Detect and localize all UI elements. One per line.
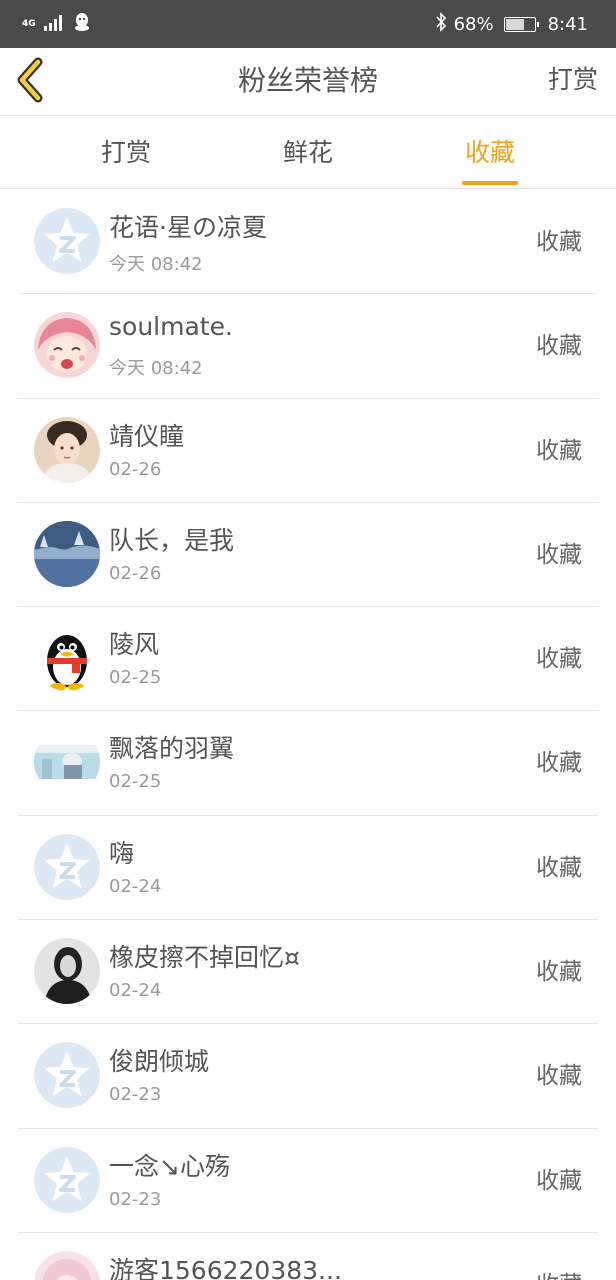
favorite-label: 收藏	[536, 750, 582, 777]
battery-icon	[503, 16, 539, 32]
tab-reward[interactable]: 打赏	[56, 117, 196, 189]
list-item[interactable]: 队长，是我 02-26 收藏	[18, 503, 598, 608]
dark-portrait-avatar[interactable]	[34, 938, 100, 1005]
active-tab-indicator	[462, 181, 518, 185]
list-item[interactable]: soulmate. 今天 08:42 收藏	[18, 294, 598, 399]
list-item[interactable]: 橡皮擦不掉回忆¤ 02-24 收藏	[18, 920, 598, 1025]
favorite-label: 收藏	[536, 646, 582, 673]
timestamp: 今天 08:42	[109, 358, 203, 380]
favorite-label: 收藏	[536, 541, 582, 568]
user-name: 队长，是我	[109, 525, 235, 555]
portrait-avatar[interactable]	[34, 416, 100, 483]
list-item[interactable]: 花语·星の凉夏今天 08:42 收藏	[18, 190, 598, 295]
reward-button[interactable]: 打赏	[548, 48, 598, 116]
fan-list: 花语·星の凉夏 今天 08:42 收藏 soulmate. 今天 08:42 收藏 靖仪瞳 0…	[0, 190, 616, 1280]
clock: 8:41	[547, 13, 588, 35]
signal-icon	[43, 13, 66, 35]
user-name: 一念↘心殇	[109, 1151, 230, 1181]
list-item[interactable]: 靖仪瞳 02-26 收藏	[18, 399, 598, 503]
user-name: 俊朗倾城	[109, 1047, 210, 1077]
default-avatar[interactable]	[34, 833, 100, 900]
anime-girl-avatar[interactable]	[34, 312, 100, 379]
timestamp: 02-23	[109, 1084, 162, 1106]
favorite-label: 收藏	[536, 229, 582, 255]
pink-anime-avatar[interactable]	[34, 1250, 100, 1280]
user-name: 橡皮擦不掉回忆¤	[109, 943, 300, 973]
timestamp: 02-24	[109, 980, 162, 1002]
user-name: 游客1566220383...	[109, 1255, 342, 1280]
timestamp: 02-25	[109, 667, 162, 689]
battery-percent: 68%	[453, 13, 494, 35]
chevron-left-icon	[17, 57, 43, 103]
tab-flowers[interactable]: 鲜花	[238, 117, 378, 189]
list-item[interactable]: 飘落的羽翼 02-25 收藏	[18, 711, 598, 816]
timestamp: 02-25	[109, 771, 162, 793]
qq-notification-icon	[74, 12, 90, 36]
timestamp: 今天 08:42	[109, 254, 203, 275]
default-avatar[interactable]	[34, 208, 100, 274]
favorite-label: 收藏	[536, 1233, 582, 1280]
timestamp: 02-23	[109, 1188, 162, 1210]
user-name: 陵风	[109, 630, 160, 660]
network-type: 4G	[22, 18, 36, 29]
status-right-group: 68% 8:41	[434, 0, 588, 48]
tab-favorites[interactable]: 收藏	[420, 117, 560, 189]
user-name: 靖仪瞳	[109, 421, 185, 451]
list-item[interactable]: 俊朗倾城 02-23 收藏	[18, 1024, 598, 1129]
timestamp: 02-26	[109, 562, 162, 584]
back-button[interactable]	[12, 56, 56, 106]
status-left-group: 4G	[22, 12, 90, 36]
page-title: 粉丝荣誉榜	[237, 64, 378, 97]
user-name: soulmate.	[109, 312, 233, 342]
user-name: 花语·星の凉夏	[109, 213, 267, 242]
user-name: 嗨	[109, 838, 135, 868]
winter-landscape-avatar[interactable]	[34, 520, 100, 587]
default-avatar[interactable]	[34, 1042, 100, 1109]
user-name: 飘落的羽翼	[109, 734, 235, 764]
favorite-label: 收藏	[536, 1063, 582, 1090]
list-item[interactable]: 嗨 02-24 收藏	[18, 816, 598, 921]
favorite-label: 收藏	[536, 1167, 582, 1194]
favorite-label: 收藏	[536, 437, 582, 464]
timestamp: 02-24	[109, 875, 162, 897]
list-item[interactable]: 陵风 02-25 收藏	[18, 607, 598, 712]
battery-level	[505, 18, 524, 30]
list-item[interactable]: 一念↘心殇 02-23 收藏	[18, 1129, 598, 1233]
default-avatar[interactable]	[34, 1146, 100, 1213]
favorite-label: 收藏	[536, 333, 582, 360]
favorite-label: 收藏	[536, 854, 582, 881]
tab-bar: 打赏 鲜花 收藏	[0, 117, 616, 189]
bluetooth-icon	[434, 11, 448, 37]
tab-favorites-label: 收藏	[464, 138, 515, 167]
timestamp: 02-26	[109, 458, 162, 480]
status-bar: 4G 68% 8:41	[0, 0, 616, 48]
nav-bar: 粉丝荣誉榜 打赏	[0, 48, 616, 116]
favorite-label: 收藏	[536, 959, 582, 986]
penguin-avatar[interactable]	[34, 625, 100, 692]
list-item[interactable]: 游客1566220383... 收藏	[18, 1233, 598, 1280]
snow-scene-avatar[interactable]	[34, 729, 100, 796]
